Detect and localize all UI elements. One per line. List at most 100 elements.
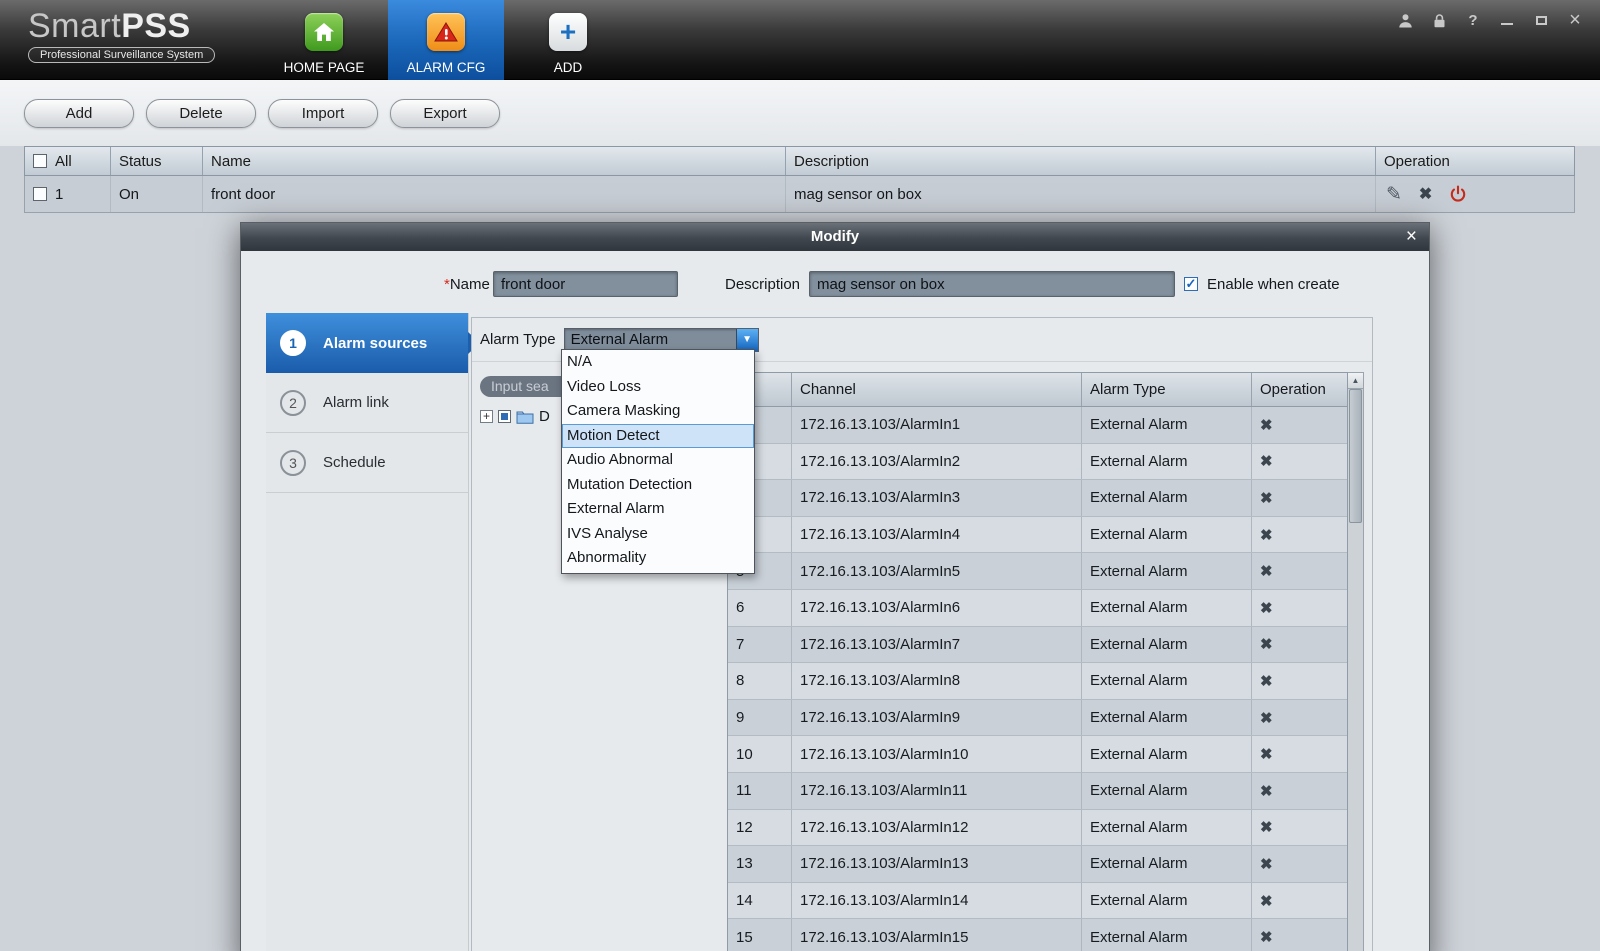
tree-checkbox[interactable] [498, 410, 511, 423]
remove-channel-icon[interactable]: ✖ [1260, 709, 1273, 727]
dropdown-option[interactable]: Audio Abnormal [562, 448, 754, 473]
user-icon[interactable] [1396, 11, 1414, 29]
main-nav: HOME PAGE ALARM CFG + ADD [268, 0, 624, 80]
channel-row: 14 172.16.13.103/AlarmIn14 External Alar… [728, 883, 1347, 920]
expand-icon[interactable]: + [480, 410, 493, 423]
tree-node-label: D [539, 408, 550, 425]
dropdown-option[interactable]: N/A [562, 350, 754, 375]
channel-row-channel: 172.16.13.103/AlarmIn1 [792, 407, 1082, 443]
name-label: *Name [444, 276, 490, 293]
alarm-scheme-table: All Status Name Description Operation 1 … [24, 146, 1575, 213]
channel-row: 5 172.16.13.103/AlarmIn5 External Alarm … [728, 553, 1347, 590]
alarm-config-icon [427, 13, 465, 51]
dropdown-option[interactable]: IVS Analyse [562, 522, 754, 547]
channel-row-channel: 172.16.13.103/AlarmIn12 [792, 810, 1082, 846]
dropdown-option[interactable]: Motion Detect [562, 424, 754, 449]
channel-row: 11 172.16.13.103/AlarmIn11 External Alar… [728, 773, 1347, 810]
remove-channel-icon[interactable]: ✖ [1260, 635, 1273, 653]
header-status: Status [111, 147, 203, 175]
channel-row-num: 6 [728, 590, 792, 626]
close-window-icon[interactable]: × [1566, 11, 1584, 29]
tab-add[interactable]: + ADD [512, 0, 624, 80]
enable-when-create-checkbox[interactable]: ✓ [1184, 277, 1198, 291]
remove-channel-icon[interactable]: ✖ [1260, 599, 1273, 617]
modal-close-icon[interactable]: × [1406, 223, 1417, 251]
channel-table-header: Channel Alarm Type Operation [728, 373, 1347, 407]
channel-row-channel: 172.16.13.103/AlarmIn4 [792, 517, 1082, 553]
remove-channel-icon[interactable]: ✖ [1260, 489, 1273, 507]
select-all-checkbox[interactable] [33, 154, 47, 168]
remove-channel-icon[interactable]: ✖ [1260, 855, 1273, 873]
export-button[interactable]: Export [390, 99, 500, 128]
delete-row-icon[interactable]: ✖ [1419, 184, 1432, 204]
smartpss-window: SmartPSS Professional Surveillance Syste… [0, 0, 1600, 951]
channel-row-type: External Alarm [1082, 846, 1252, 882]
chevron-down-icon[interactable]: ▼ [736, 329, 758, 351]
power-icon[interactable] [1449, 185, 1467, 203]
step-alarm-link[interactable]: 2 Alarm link [266, 373, 468, 433]
channel-table-scrollbar[interactable]: ▲ [1348, 372, 1364, 951]
alarm-type-value: External Alarm [565, 331, 736, 348]
remove-channel-icon[interactable]: ✖ [1260, 818, 1273, 836]
header-operation: Operation [1376, 147, 1572, 175]
dropdown-option[interactable]: Mutation Detection [562, 473, 754, 498]
channel-row-type: External Alarm [1082, 627, 1252, 663]
channel-row-num: 14 [728, 883, 792, 919]
channel-row-type: External Alarm [1082, 444, 1252, 480]
header-name: Name [203, 147, 786, 175]
lock-icon[interactable] [1430, 11, 1448, 29]
channel-row-num: 9 [728, 700, 792, 736]
remove-channel-icon[interactable]: ✖ [1260, 416, 1273, 434]
scrollbar-thumb[interactable] [1349, 389, 1362, 523]
channel-row-type: External Alarm [1082, 407, 1252, 443]
alarm-type-dropdown-list: N/A Video Loss Camera Masking Motion Det… [561, 349, 755, 574]
description-field[interactable] [809, 271, 1175, 297]
channel-row-num: 7 [728, 627, 792, 663]
tab-home-page[interactable]: HOME PAGE [268, 0, 380, 80]
channel-row: 1 172.16.13.103/AlarmIn1 External Alarm … [728, 407, 1347, 444]
dropdown-option[interactable]: Video Loss [562, 375, 754, 400]
remove-channel-icon[interactable]: ✖ [1260, 782, 1273, 800]
name-field[interactable] [493, 271, 678, 297]
step-1-number: 1 [280, 330, 306, 356]
dropdown-option[interactable]: Camera Masking [562, 399, 754, 424]
step-schedule[interactable]: 3 Schedule [266, 433, 468, 493]
dropdown-option[interactable]: External Alarm [562, 497, 754, 522]
tab-add-label: ADD [554, 60, 583, 75]
channel-row-type: External Alarm [1082, 736, 1252, 772]
remove-channel-icon[interactable]: ✖ [1260, 672, 1273, 690]
remove-channel-icon[interactable]: ✖ [1260, 892, 1273, 910]
maximize-icon[interactable] [1532, 11, 1550, 29]
channel-row-channel: 172.16.13.103/AlarmIn8 [792, 663, 1082, 699]
modal-form-row: *Name Description ✓ Enable when create [241, 271, 1429, 299]
channel-row-channel: 172.16.13.103/AlarmIn11 [792, 773, 1082, 809]
step-2-label: Alarm link [323, 394, 389, 411]
remove-channel-icon[interactable]: ✖ [1260, 452, 1273, 470]
scroll-up-icon[interactable]: ▲ [1348, 373, 1363, 389]
delete-button[interactable]: Delete [146, 99, 256, 128]
channel-row-channel: 172.16.13.103/AlarmIn9 [792, 700, 1082, 736]
help-icon[interactable]: ? [1464, 11, 1482, 29]
channel-row-type: External Alarm [1082, 883, 1252, 919]
minimize-icon[interactable] [1498, 11, 1516, 29]
folder-icon [516, 410, 534, 424]
row-name: front door [203, 176, 786, 212]
import-button[interactable]: Import [268, 99, 378, 128]
channel-row: 6 172.16.13.103/AlarmIn6 External Alarm … [728, 590, 1347, 627]
dropdown-option[interactable]: Abnormality [562, 546, 754, 571]
alarm-type-select[interactable]: External Alarm ▼ [564, 328, 759, 352]
remove-channel-icon[interactable]: ✖ [1260, 526, 1273, 544]
edit-icon[interactable]: ✎ [1386, 183, 1402, 206]
remove-channel-icon[interactable]: ✖ [1260, 928, 1273, 946]
row-status: On [111, 176, 203, 212]
remove-channel-icon[interactable]: ✖ [1260, 562, 1273, 580]
step-alarm-sources[interactable]: 1 Alarm sources [266, 313, 468, 373]
tab-alarm-cfg[interactable]: ALARM CFG [388, 0, 504, 80]
row-description: mag sensor on box [786, 176, 1376, 212]
row-checkbox[interactable] [33, 187, 47, 201]
add-button[interactable]: Add [24, 99, 134, 128]
topbar: SmartPSS Professional Surveillance Syste… [0, 0, 1600, 80]
channel-row-channel: 172.16.13.103/AlarmIn5 [792, 553, 1082, 589]
remove-channel-icon[interactable]: ✖ [1260, 745, 1273, 763]
app-logo: SmartPSS Professional Surveillance Syste… [28, 8, 215, 63]
